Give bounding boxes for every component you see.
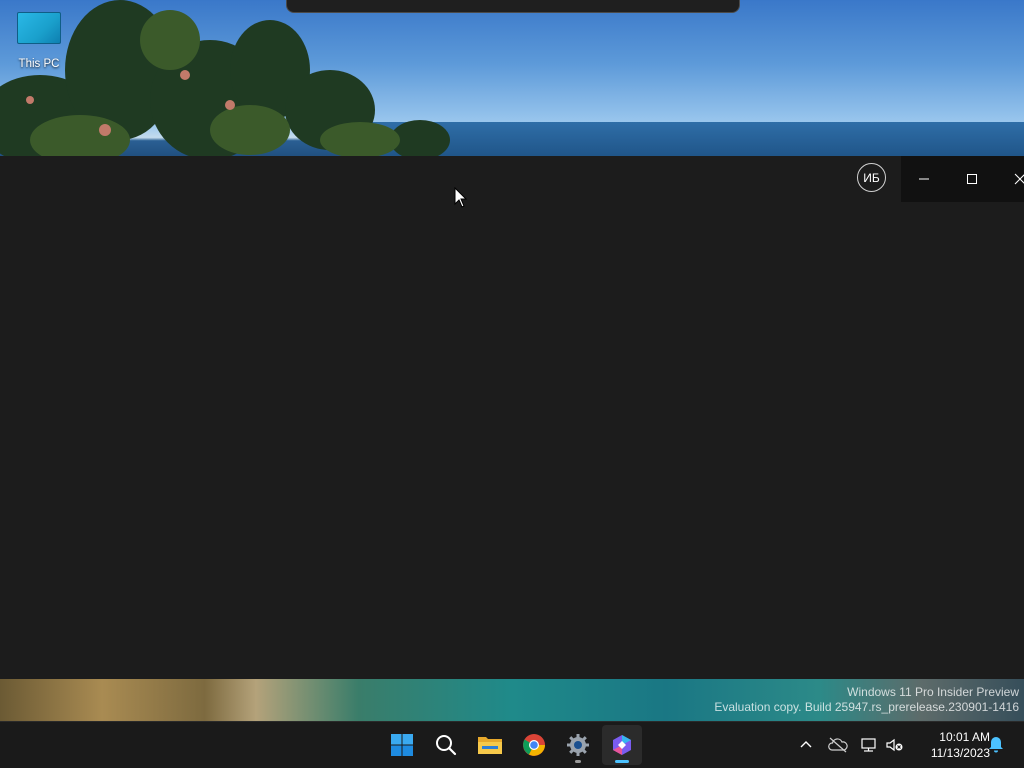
this-pc-icon (17, 12, 61, 44)
tray-network-button[interactable] (858, 734, 880, 756)
window-titlebar[interactable]: ИБ (0, 156, 1024, 202)
watermark-line-1: Windows 11 Pro Insider Preview (847, 685, 1019, 699)
volume-muted-icon (886, 738, 903, 752)
desktop-icon-label: This PC (18, 58, 60, 70)
cloud-off-icon (828, 737, 848, 753)
watermark-line-2: Evaluation copy. Build 25947.rs_prerelea… (714, 700, 1019, 714)
close-button[interactable] (997, 156, 1024, 202)
user-avatar[interactable]: ИБ (857, 163, 886, 192)
desktop-icon-this-pc[interactable]: This PC (10, 8, 68, 76)
clock-date: 11/13/2023 (930, 746, 990, 760)
taskbar-copilot-button[interactable] (602, 725, 642, 765)
taskbar-settings-button[interactable] (558, 725, 598, 765)
notification-button[interactable] (985, 734, 1007, 756)
chrome-icon (523, 734, 545, 756)
windows-logo-icon (391, 734, 413, 756)
tray-volume-button[interactable] (884, 734, 906, 756)
active-indicator (615, 760, 629, 763)
evaluation-watermark: Windows 11 Pro Insider Preview Evaluatio… (714, 685, 1019, 715)
top-flyout-bar[interactable] (286, 0, 740, 13)
mouse-cursor-icon (454, 187, 468, 208)
app-window: ИБ (0, 156, 1024, 679)
maximize-button[interactable] (949, 156, 995, 202)
minimize-icon (919, 178, 929, 180)
running-indicator (575, 760, 581, 763)
taskbar-chrome-button[interactable] (514, 725, 554, 765)
copilot-icon (613, 735, 631, 755)
caption-buttons (901, 156, 1024, 202)
bell-icon (989, 737, 1003, 753)
close-icon (1014, 173, 1024, 185)
tray-show-hidden-button[interactable] (795, 734, 817, 756)
window-content (0, 202, 1024, 679)
tray-onedrive-button[interactable] (827, 734, 849, 756)
chevron-up-icon (800, 741, 812, 748)
minimize-button[interactable] (901, 156, 947, 202)
taskbar-search-button[interactable] (426, 725, 466, 765)
gear-icon (567, 734, 589, 756)
clock-time: 10:01 AM (939, 730, 990, 744)
network-icon (861, 738, 876, 752)
taskbar: 10:01 AM 11/13/2023 (0, 721, 1024, 768)
wallpaper-trees (0, 0, 450, 160)
search-icon (436, 735, 457, 756)
taskbar-start-button[interactable] (382, 725, 422, 765)
taskbar-clock[interactable]: 10:01 AM 11/13/2023 (912, 729, 990, 761)
maximize-icon (967, 174, 977, 184)
desktop: This PC ИБ Windows 11 Pro Insider Previe… (0, 0, 1024, 768)
folder-icon (478, 737, 502, 754)
taskbar-file-explorer-button[interactable] (470, 725, 510, 765)
